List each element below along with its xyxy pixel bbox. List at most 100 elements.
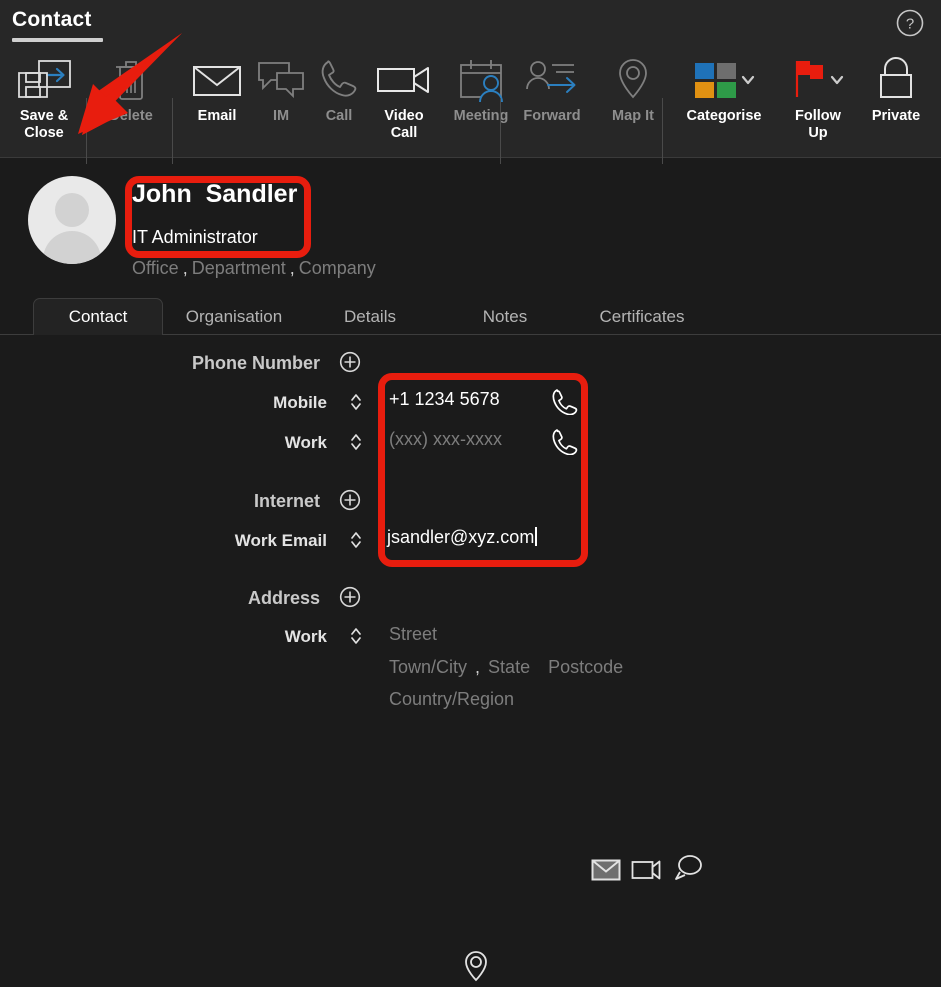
address-town-city-value[interactable]: Town/City (389, 657, 467, 678)
tab-bar: Contact Organisation Details Notes Certi… (0, 298, 941, 335)
follow-up-label-line2: Up (808, 125, 828, 141)
email-label: Email (197, 108, 237, 124)
padlock-icon (871, 54, 921, 104)
address-street-value[interactable]: Street (389, 624, 437, 645)
contact-office[interactable]: Office (132, 258, 179, 279)
video-call-label: Video Call (384, 108, 423, 142)
field-label-work-phone: Work (284, 433, 327, 452)
tab-organisation[interactable]: Organisation (170, 298, 298, 335)
map-it-button[interactable]: Map It (596, 46, 670, 125)
address-postcode-value[interactable]: Postcode (548, 657, 623, 678)
contact-name[interactable]: John Sandler (132, 180, 297, 209)
ribbon-separator (86, 98, 87, 164)
title-bar: Contact ? (0, 0, 941, 46)
delete-button[interactable]: Delete (96, 46, 166, 125)
video-call-label-line1: Video (384, 108, 424, 124)
org-separator-2: , (289, 258, 295, 278)
follow-up-button[interactable]: Follow Up (776, 46, 860, 142)
forward-person-icon (522, 54, 582, 104)
text-caret (535, 527, 538, 546)
video-call-button[interactable]: Video Call (368, 46, 440, 142)
video-call-label-line2: Call (390, 125, 418, 141)
contact-company[interactable]: Company (299, 258, 376, 279)
work-address-type-chevron-icon[interactable] (350, 626, 362, 646)
window-title: Contact (12, 8, 92, 31)
im-button[interactable]: IM (252, 46, 310, 125)
tab-details[interactable]: Details (310, 298, 430, 335)
call-label: Call (325, 108, 353, 124)
ribbon-separator (662, 98, 663, 164)
help-circle-icon[interactable]: ? (895, 8, 925, 38)
im-label: IM (272, 108, 290, 124)
title-underline (12, 38, 103, 42)
map-it-label: Map It (612, 108, 654, 124)
red-flag-icon (787, 54, 849, 104)
work-email-value-wrap[interactable]: jsandler@xyz.com (387, 527, 538, 548)
video-camera-icon (373, 54, 435, 104)
address-separator: , (475, 657, 481, 677)
section-label-address: Address (247, 588, 320, 608)
ribbon-group-tags: Categorise Follow Up Private (672, 46, 932, 158)
trash-icon (111, 54, 151, 104)
svg-text:?: ? (906, 16, 914, 33)
follow-up-label-line1: Follow (795, 108, 841, 124)
work-email-value: jsandler@xyz.com (387, 527, 535, 547)
work-phone-value[interactable]: (xxx) xxx-xxxx (389, 429, 502, 450)
categorise-label: Categorise (686, 108, 762, 124)
chat-bubbles-icon (255, 54, 307, 104)
categorise-button[interactable]: Categorise (672, 46, 776, 125)
ribbon-separator (500, 98, 501, 164)
avatar[interactable] (28, 176, 116, 264)
tab-notes[interactable]: Notes (450, 298, 560, 335)
ribbon-separator (172, 98, 173, 164)
ribbon-group-save: Save & Close (4, 46, 84, 158)
envelope-icon (189, 54, 245, 104)
forward-button[interactable]: Forward (508, 46, 596, 125)
ribbon-group-communicate: Email IM Call Video Call Meeting (182, 46, 522, 158)
add-address-icon[interactable] (339, 586, 361, 608)
org-separator-1: , (182, 258, 188, 278)
follow-up-label: Follow Up (795, 108, 841, 142)
email-button[interactable]: Email (182, 46, 252, 125)
mobile-phone-value[interactable]: +1 1234 5678 (389, 389, 500, 410)
field-label-mobile: Mobile (273, 393, 327, 412)
work-email-chat-icon[interactable] (672, 853, 704, 888)
contact-job-title[interactable]: IT Administrator (132, 227, 258, 248)
ribbon-toolbar: Save & Close Delete Email IM Call Video … (0, 46, 941, 164)
field-label-work-email: Work Email (234, 531, 327, 550)
address-state-value[interactable]: State (488, 657, 530, 678)
save-and-close-icon (15, 54, 73, 104)
work-email-send-mail-icon[interactable] (591, 858, 621, 887)
address-country-region-value[interactable]: Country/Region (389, 689, 514, 710)
contact-department[interactable]: Department (192, 258, 286, 279)
work-phone-call-icon[interactable] (549, 427, 579, 460)
field-label-work-address: Work (284, 627, 327, 646)
work-email-video-call-icon[interactable] (631, 858, 661, 887)
avatar-body (43, 231, 101, 264)
save-label-line1: Save & (19, 108, 69, 124)
mobile-type-chevron-icon[interactable] (350, 392, 362, 412)
tab-contact[interactable]: Contact (33, 298, 163, 335)
call-button[interactable]: Call (310, 46, 368, 125)
save-and-close-label: Save & Close (20, 108, 68, 142)
address-city-line: Town/City , State Postcode (389, 657, 623, 678)
ribbon-group-actions: Forward Map It (508, 46, 670, 158)
forward-label: Forward (523, 108, 581, 124)
private-label: Private (871, 108, 921, 124)
add-phone-number-icon[interactable] (339, 351, 361, 373)
section-label-phone-number: Phone Number (191, 353, 320, 373)
section-label-internet: Internet (253, 491, 320, 511)
work-email-type-chevron-icon[interactable] (350, 530, 362, 550)
save-and-close-button[interactable]: Save & Close (4, 46, 84, 142)
private-button[interactable]: Private (860, 46, 932, 125)
calendar-person-icon (453, 54, 509, 104)
phone-icon (315, 54, 363, 104)
contact-org-line: Office , Department , Company (132, 258, 376, 279)
delete-label: Delete (109, 108, 153, 124)
map-pin-icon (611, 54, 655, 104)
address-map-pin-icon[interactable] (462, 950, 490, 987)
tab-certificates[interactable]: Certificates (568, 298, 716, 335)
work-phone-type-chevron-icon[interactable] (350, 432, 362, 452)
mobile-phone-call-icon[interactable] (549, 387, 579, 420)
add-internet-icon[interactable] (339, 489, 361, 511)
